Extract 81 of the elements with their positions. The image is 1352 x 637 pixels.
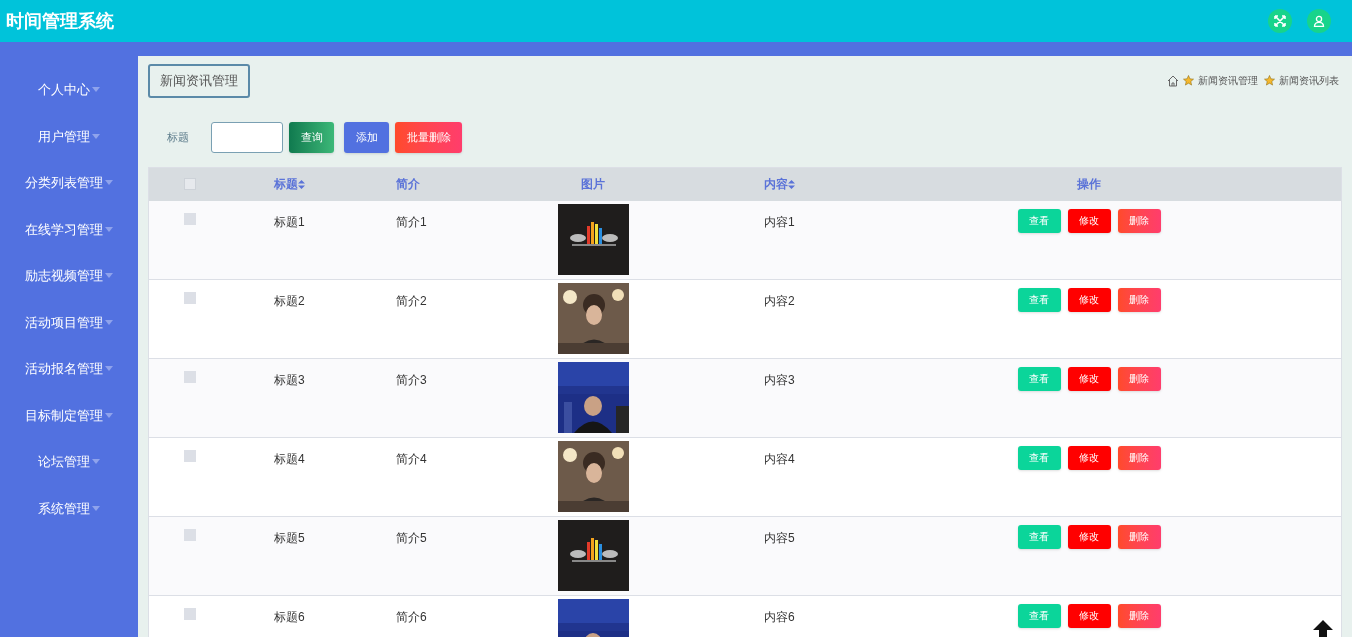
edit-button[interactable]: 修改 (1067, 208, 1111, 233)
edit-button[interactable]: 修改 (1067, 287, 1111, 312)
table-cell-text: 内容6 (764, 608, 795, 624)
column-header: 操作 (1077, 176, 1101, 193)
query-button[interactable]: 查询 (289, 121, 334, 153)
table-cell-text: 内容1 (764, 213, 795, 229)
home-icon[interactable] (1167, 74, 1179, 87)
sidebar-item[interactable]: 活动项目管理 (25, 312, 113, 332)
sort-icon[interactable] (788, 179, 795, 189)
caret-icon (105, 226, 113, 232)
table-cell-text: 标题3 (274, 371, 305, 387)
fullscreen-icon (1274, 15, 1286, 27)
sidebar-item[interactable]: 在线学习管理 (25, 219, 113, 239)
search-label: 标题 (167, 129, 189, 145)
sidebar-item[interactable]: 论坛管理 (38, 452, 100, 472)
table-cell-text: 标题2 (274, 292, 305, 308)
user-icon (1313, 15, 1325, 27)
delete-button[interactable]: 删除 (1117, 445, 1161, 470)
checkbox[interactable] (184, 212, 196, 225)
star-icon (1264, 75, 1275, 87)
caret-icon (105, 273, 113, 279)
caret-icon (105, 180, 113, 186)
edit-button[interactable]: 修改 (1067, 524, 1111, 549)
edit-button[interactable]: 修改 (1067, 603, 1111, 628)
delete-button[interactable]: 删除 (1117, 366, 1161, 391)
delete-button[interactable]: 删除 (1117, 208, 1161, 233)
batch-delete-button[interactable]: 批量删除 (395, 121, 462, 153)
checkbox[interactable] (184, 370, 196, 383)
sidebar-item[interactable]: 励志视频管理 (25, 266, 113, 286)
sidebar-item[interactable]: 目标制定管理 (25, 405, 113, 425)
breadcrumb-item[interactable]: 新闻资讯管理 (1198, 73, 1258, 89)
table-cell-text: 内容4 (764, 450, 795, 466)
table-cell-text: 简介5 (396, 529, 427, 545)
delete-button[interactable]: 删除 (1117, 287, 1161, 312)
column-header: 简介 (396, 176, 420, 193)
table-cell-text: 标题4 (274, 450, 305, 466)
edit-button[interactable]: 修改 (1067, 366, 1111, 391)
sidebar-item[interactable]: 活动报名管理 (25, 359, 113, 379)
checkbox[interactable] (184, 607, 196, 620)
caret-icon (92, 459, 100, 465)
app-title: 时间管理系统 (6, 9, 114, 33)
table-cell-text: 简介3 (396, 371, 427, 387)
caret-icon (92, 87, 100, 93)
checkbox[interactable] (184, 449, 196, 462)
star-icon (1183, 75, 1194, 87)
checkbox[interactable] (184, 528, 196, 541)
sort-icon[interactable] (298, 179, 305, 189)
add-button[interactable]: 添加 (344, 121, 389, 153)
table-cell-text: 标题1 (274, 213, 305, 229)
delete-button[interactable]: 删除 (1117, 524, 1161, 549)
table-cell-text: 内容5 (764, 529, 795, 545)
caret-icon (92, 133, 100, 139)
sidebar-item[interactable]: 个人中心 (38, 80, 100, 100)
breadcrumb-item[interactable]: 新闻资讯列表 (1279, 73, 1339, 89)
caret-icon (105, 366, 113, 372)
sidebar-item[interactable]: 系统管理 (38, 498, 100, 518)
user-button[interactable] (1307, 9, 1331, 33)
page-title: 新闻资讯管理 (148, 64, 250, 98)
table-cell-text: 标题6 (274, 608, 305, 624)
checkbox[interactable] (184, 291, 196, 304)
sidebar-item[interactable]: 用户管理 (38, 126, 100, 146)
table-cell-text: 简介4 (396, 450, 427, 466)
delete-button[interactable]: 删除 (1117, 603, 1161, 628)
edit-button[interactable]: 修改 (1067, 445, 1111, 470)
caret-icon (105, 319, 113, 325)
table-cell-text: 标题5 (274, 529, 305, 545)
caret-icon (92, 505, 100, 511)
table-cell-text: 内容3 (764, 371, 795, 387)
table-cell-text: 简介2 (396, 292, 427, 308)
table-cell-text: 简介6 (396, 608, 427, 624)
table-cell-text: 简介1 (396, 213, 427, 229)
title-input[interactable] (211, 121, 283, 153)
checkbox[interactable] (184, 178, 196, 190)
fullscreen-button[interactable] (1268, 9, 1292, 33)
caret-icon (105, 412, 113, 418)
back-to-top-icon[interactable] (1313, 620, 1333, 637)
column-header[interactable]: 标题 (274, 175, 305, 193)
column-header: 图片 (581, 176, 605, 193)
sidebar-item[interactable]: 分类列表管理 (25, 173, 113, 193)
table-cell-text: 内容2 (764, 292, 795, 308)
column-header[interactable]: 内容 (764, 175, 795, 193)
